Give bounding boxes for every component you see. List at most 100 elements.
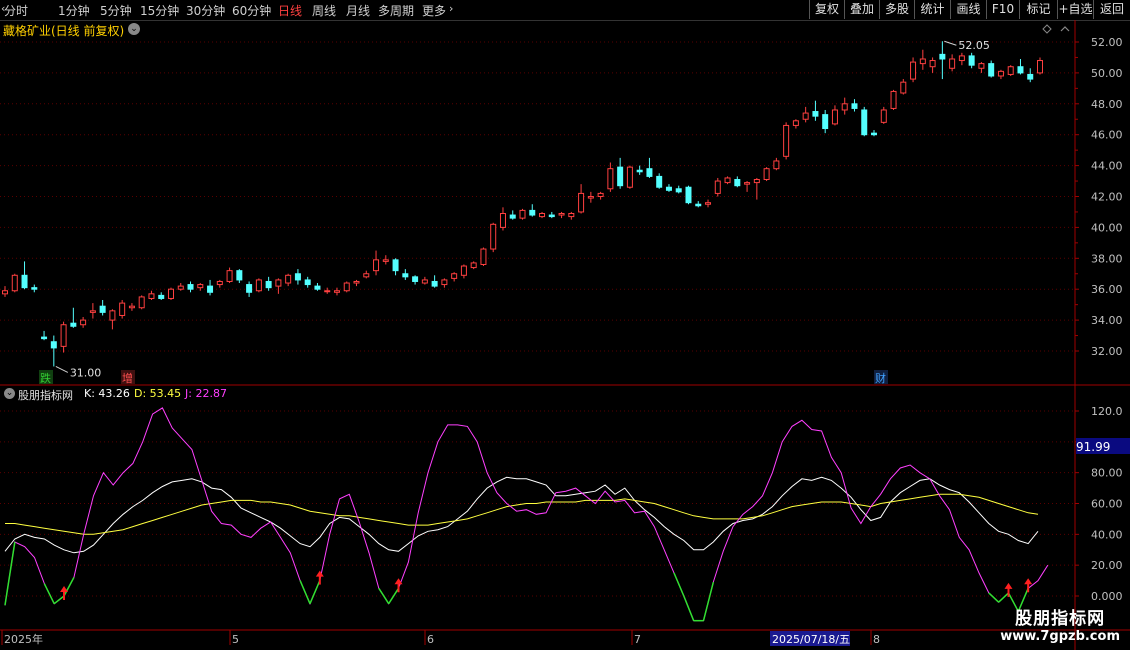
toolbar-button-3[interactable]: 统计 [914, 0, 950, 19]
high-pointer [944, 40, 957, 46]
candle-body [519, 209, 526, 219]
candle-body [509, 214, 516, 219]
candle-body [665, 186, 672, 191]
event-marker-label: 跌 [40, 371, 51, 385]
candle-body [285, 274, 292, 284]
candle-body [548, 214, 555, 218]
price-axis-label: 40.00 [1091, 221, 1123, 234]
period-tab-1[interactable]: 1分钟 [58, 2, 90, 19]
candle-body [871, 132, 878, 136]
candle-body [812, 111, 819, 117]
period-tab-0[interactable]: 分时 [4, 2, 28, 19]
candle-body [490, 223, 497, 250]
candle-body [304, 279, 311, 286]
period-tab-5[interactable]: 60分钟 [232, 2, 271, 19]
toolbar-button-4[interactable]: 画线 [950, 0, 986, 19]
event-marker-label: 增 [122, 371, 133, 385]
j-oversold-segment [299, 580, 311, 605]
candle-body [978, 63, 985, 69]
period-tab-6[interactable]: 日线 [278, 2, 302, 19]
chart-canvas[interactable]: 52.00 50.00 48.00 46.00 44.00 42.00 40.00 38.00… [0, 20, 1130, 650]
candle-body [744, 182, 751, 185]
toolbar-button-6[interactable]: 标记 [1019, 0, 1057, 19]
candle-body [705, 202, 712, 205]
candle-body [597, 192, 604, 198]
candle-body [783, 124, 790, 157]
candle-body [109, 310, 116, 321]
candle-body [587, 196, 594, 199]
candle-body [255, 279, 262, 292]
toolbar-button-7[interactable]: +自选 [1057, 0, 1093, 19]
candle-body [695, 203, 702, 207]
candle-body [21, 274, 28, 289]
toolbar: 分时 ‹ 1分钟 5分钟 15分钟 30分钟 60分钟 日线 周线 月线 多周期 更多 › 复权 叠加 多股统… [0, 0, 1130, 21]
candle-body [246, 284, 253, 293]
price-axis-label: 52.00 [1091, 36, 1123, 49]
toolbar-button-2[interactable]: 多股 [879, 0, 914, 19]
candle-body [167, 288, 174, 299]
j-oversold-segment [63, 577, 75, 597]
candle-body [119, 302, 126, 316]
candle-body [207, 285, 214, 293]
candle-body [656, 175, 663, 188]
j-oversold-segment [702, 581, 715, 621]
candle-body [958, 55, 965, 62]
candle-body [499, 212, 506, 228]
candle-body [714, 180, 721, 194]
candle-body [373, 259, 380, 272]
indicator-axis-label: 0.000 [1091, 590, 1123, 603]
candle-body [685, 186, 692, 204]
period-tab-3[interactable]: 15分钟 [140, 2, 179, 19]
price-axis-label: 46.00 [1091, 129, 1123, 142]
candle-body [2, 290, 8, 295]
period-tab-8[interactable]: 月线 [346, 2, 370, 19]
toolbar-button-0[interactable]: 复权 [809, 0, 844, 19]
candle-body [919, 58, 926, 65]
candle-body [324, 290, 331, 293]
toolbar-button-8[interactable]: 返回 [1093, 0, 1130, 19]
indicator-axis-label: 40.00 [1091, 528, 1123, 541]
current-value-label: 91.99 [1076, 440, 1110, 454]
candle-body [939, 53, 946, 60]
j-oversold-segment [43, 583, 55, 605]
chevron-left-icon[interactable]: ‹ [1, 2, 5, 15]
period-tab-2[interactable]: 5分钟 [100, 2, 132, 19]
period-tab-4[interactable]: 30分钟 [186, 2, 225, 19]
candle-body [1007, 66, 1014, 75]
candle-body [294, 273, 301, 281]
candle-body [480, 248, 487, 265]
candle-body [138, 296, 145, 309]
period-tab-7[interactable]: 周线 [312, 2, 336, 19]
candle-body [568, 212, 575, 218]
candle-body [831, 109, 838, 125]
candle-body [50, 341, 57, 349]
candle-body [1017, 66, 1024, 74]
toolbar-button-5[interactable]: F10 [986, 0, 1019, 19]
buy-arrow-head [60, 586, 69, 592]
indicator-name: 股朋指标网 [18, 389, 73, 402]
candle-body [529, 209, 536, 216]
candle-body [734, 179, 741, 187]
chevron-right-icon[interactable]: › [449, 2, 453, 15]
watermark: 股朋指标网 www.7gpzb.com [1000, 604, 1120, 644]
candle-body [314, 285, 321, 290]
candle-body [41, 336, 48, 340]
chevron-up-icon [1060, 26, 1070, 32]
price-axis-label: 44.00 [1091, 160, 1123, 173]
candle-body [636, 169, 643, 173]
candle-body [60, 324, 67, 347]
candle-body [929, 60, 936, 68]
candle-body [392, 259, 399, 272]
j-oversold-segment [53, 595, 65, 605]
low-price-label: 31.00 [70, 366, 102, 379]
candle-body [441, 279, 448, 286]
period-tab-9[interactable]: 多周期 [378, 2, 414, 19]
period-tab-10[interactable]: 更多 [422, 2, 446, 19]
j-oversold-segment [388, 587, 400, 605]
candle-body [431, 280, 438, 287]
candle-body [968, 55, 975, 66]
candle-body [31, 287, 38, 290]
toolbar-button-1[interactable]: 叠加 [844, 0, 879, 19]
chevron-down-icon[interactable]: ⌄ [4, 388, 15, 399]
candle-body [226, 270, 233, 282]
